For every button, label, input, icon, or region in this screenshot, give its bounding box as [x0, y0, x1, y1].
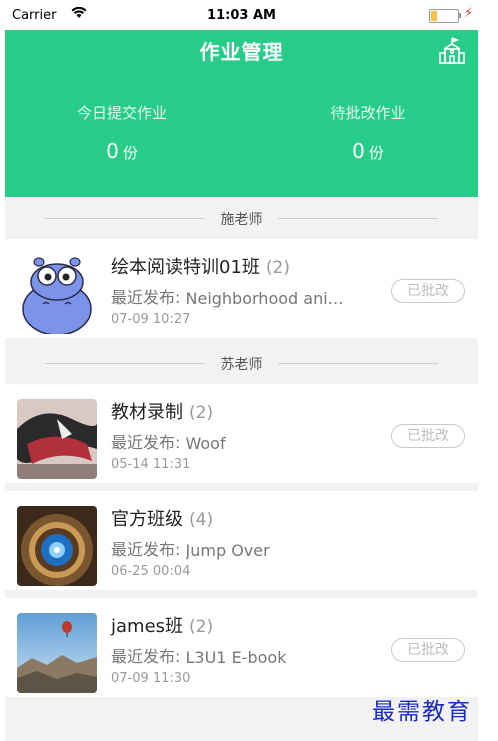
reviewed-badge[interactable]: 已批改 [391, 279, 465, 303]
pending-review-value: 0 [352, 139, 365, 163]
today-submitted-label: 今日提交作业 [76, 104, 167, 122]
class-title: james班 [111, 616, 184, 637]
publish-time: 07-09 10:27 [111, 312, 191, 327]
recent-label: 最近发布: [111, 647, 181, 666]
teacher-section-header: 施老师 [5, 197, 478, 239]
pending-review-label: 待批改作业 [330, 104, 406, 122]
class-card[interactable]: 官方班级 (4) 最近发布: Jump Over 06-25 00:04 [5, 491, 478, 590]
recent-label: 最近发布: [111, 540, 181, 559]
class-card[interactable]: 教材录制 (2) 最近发布: Woof 05-14 11:31 已批改 [5, 384, 478, 483]
today-submitted-unit: 份 [122, 144, 138, 162]
class-card[interactable]: 绘本阅读特训01班 (2) 最近发布: Neighborhood animals … [5, 239, 478, 338]
class-name: james班 (2) [111, 612, 213, 638]
teacher-section-header: 苏老师 [5, 342, 478, 384]
recent-label: 最近发布: [111, 433, 181, 452]
class-title: 教材录制 [111, 402, 183, 423]
recent-publish: 最近发布: Jump Over [111, 536, 270, 560]
class-count: (2) [265, 258, 290, 278]
recent-publish: 最近发布: L3U1 E-book [111, 643, 286, 667]
spiral-stair-photo-icon [17, 506, 97, 586]
header-panel: 作业管理 今日提交作业 0份 待批改作业 0份 [5, 30, 478, 197]
publish-time: 06-25 00:04 [111, 564, 191, 579]
class-count: (4) [189, 510, 214, 530]
class-title: 官方班级 [111, 509, 183, 530]
reviewed-badge[interactable]: 已批改 [391, 638, 465, 662]
class-name: 官方班级 (4) [111, 505, 213, 531]
today-submitted-value-row: 0份 [22, 139, 222, 163]
status-bar: Carrier 11:03 AM ⚡ [5, 0, 478, 30]
divider [278, 218, 438, 219]
recent-title: Neighborhood animals [185, 289, 354, 308]
hippo-avatar-icon [17, 254, 97, 334]
divider [278, 363, 438, 364]
reviewed-badge[interactable]: 已批改 [391, 424, 465, 448]
class-count: (2) [189, 617, 214, 637]
recent-label: 最近发布: [111, 288, 181, 307]
recent-title: Woof [185, 434, 226, 453]
recent-title: Jump Over [185, 541, 270, 560]
app-screen: Carrier 11:03 AM ⚡ 作业管理 今日提交作业 0份 待批改作业 … [5, 0, 478, 741]
watermark-text: 最需教育 [372, 699, 472, 725]
pending-review-stat[interactable]: 待批改作业 0份 [268, 102, 468, 163]
school-icon[interactable] [437, 36, 467, 66]
battery-icon [429, 9, 459, 23]
teacher-name: 苏老师 [220, 357, 263, 373]
publish-time: 07-09 11:30 [111, 671, 191, 686]
fabric-photo-icon [17, 399, 97, 479]
page-title: 作业管理 [199, 40, 284, 64]
publish-time: 05-14 11:31 [111, 457, 191, 472]
status-time: 11:03 AM [207, 8, 276, 23]
recent-publish: 最近发布: Neighborhood animals [111, 284, 354, 308]
charging-icon: ⚡ [464, 6, 474, 21]
recent-title: L3U1 E-book [185, 648, 287, 667]
class-count: (2) [189, 403, 214, 423]
today-submitted-value: 0 [106, 139, 119, 163]
class-title: 绘本阅读特训01班 [111, 257, 260, 278]
class-name: 绘本阅读特训01班 (2) [111, 253, 290, 279]
balloon-photo-icon [17, 613, 97, 693]
class-name: 教材录制 (2) [111, 398, 213, 424]
class-card[interactable]: james班 (2) 最近发布: L3U1 E-book 07-09 11:30 … [5, 598, 478, 697]
battery-tip [459, 13, 461, 18]
teacher-name: 施老师 [220, 212, 263, 228]
recent-publish: 最近发布: Woof [111, 429, 226, 453]
pending-review-unit: 份 [368, 144, 384, 162]
today-submitted-stat[interactable]: 今日提交作业 0份 [22, 102, 222, 163]
pending-review-value-row: 0份 [268, 139, 468, 163]
